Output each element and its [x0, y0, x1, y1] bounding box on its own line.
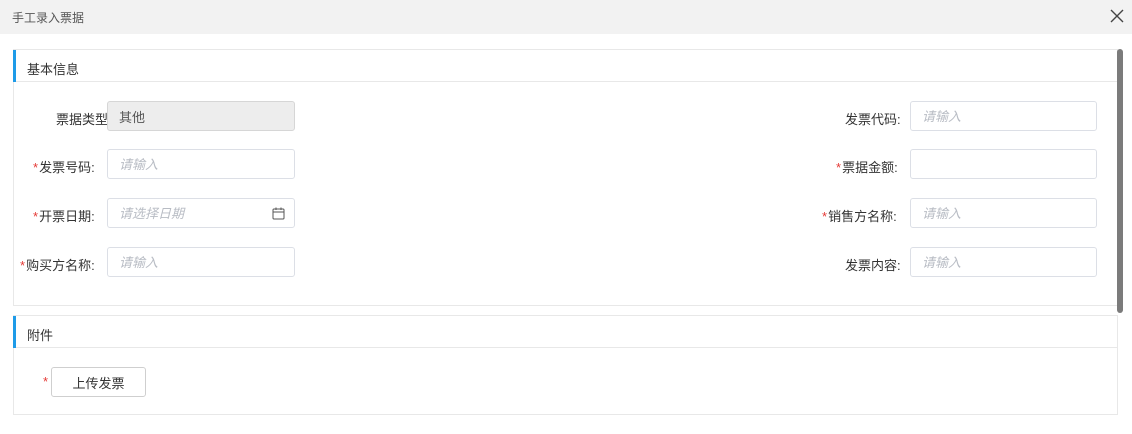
buyer-name-input-box[interactable] [107, 247, 295, 277]
invoice-content-label: 发票内容: [845, 258, 901, 273]
attachment-section: 附件 [13, 315, 1118, 415]
buyer-name-label: *购买方名称: [20, 258, 95, 273]
required-mark: * [836, 160, 842, 175]
invoice-code-label: 发票代码: [845, 112, 901, 127]
issue-date-picker[interactable] [107, 198, 295, 228]
invoice-number-field: *发票号码: [0, 149, 300, 179]
ticket-amount-input-box[interactable] [910, 149, 1097, 179]
invoice-code-input[interactable] [911, 102, 1096, 130]
dialog-titlebar: 手工录入票据 [0, 0, 1132, 34]
ticket-type-input [108, 102, 294, 130]
dialog-title: 手工录入票据 [12, 11, 85, 25]
seller-name-input-box[interactable] [910, 198, 1097, 228]
invoice-content-input[interactable] [911, 248, 1096, 276]
calendar-icon[interactable] [272, 207, 285, 220]
ticket-amount-label: *票据金额: [836, 160, 898, 175]
invoice-number-input[interactable] [108, 150, 294, 178]
ticket-amount-input[interactable] [911, 150, 1096, 178]
required-mark: * [43, 374, 49, 389]
ticket-type-field: 票据类型: [0, 101, 300, 131]
basic-info-title: 基本信息 [27, 62, 80, 77]
invoice-number-label: *发票号码: [33, 160, 95, 175]
required-mark: * [33, 209, 39, 224]
close-icon[interactable] [1108, 7, 1126, 25]
issue-date-label: *开票日期: [33, 209, 95, 224]
attachment-header: 附件 [13, 316, 1117, 348]
ticket-amount-field: *票据金额: [780, 149, 1100, 179]
seller-name-label: *销售方名称: [822, 209, 897, 224]
basic-info-header: 基本信息 [13, 50, 1117, 82]
invoice-code-input-box[interactable] [910, 101, 1097, 131]
seller-name-input[interactable] [911, 199, 1096, 227]
attachment-title: 附件 [27, 328, 54, 343]
issue-date-input[interactable] [108, 199, 294, 227]
invoice-content-input-box[interactable] [910, 247, 1097, 277]
upload-invoice-button[interactable]: 上传发票 [51, 367, 146, 397]
buyer-name-field: *购买方名称: [0, 247, 300, 277]
required-mark: * [20, 258, 26, 273]
required-mark: * [33, 160, 39, 175]
required-mark: * [822, 209, 828, 224]
issue-date-field: *开票日期: [0, 198, 300, 228]
seller-name-field: *销售方名称: [780, 198, 1100, 228]
invoice-code-field: 发票代码: [780, 101, 1100, 131]
ticket-type-input-box [107, 101, 295, 131]
scrollbar[interactable] [1117, 49, 1123, 313]
ticket-type-label: 票据类型: [56, 112, 112, 127]
buyer-name-input[interactable] [108, 248, 294, 276]
invoice-number-input-box[interactable] [107, 149, 295, 179]
invoice-content-field: 发票内容: [780, 247, 1100, 277]
